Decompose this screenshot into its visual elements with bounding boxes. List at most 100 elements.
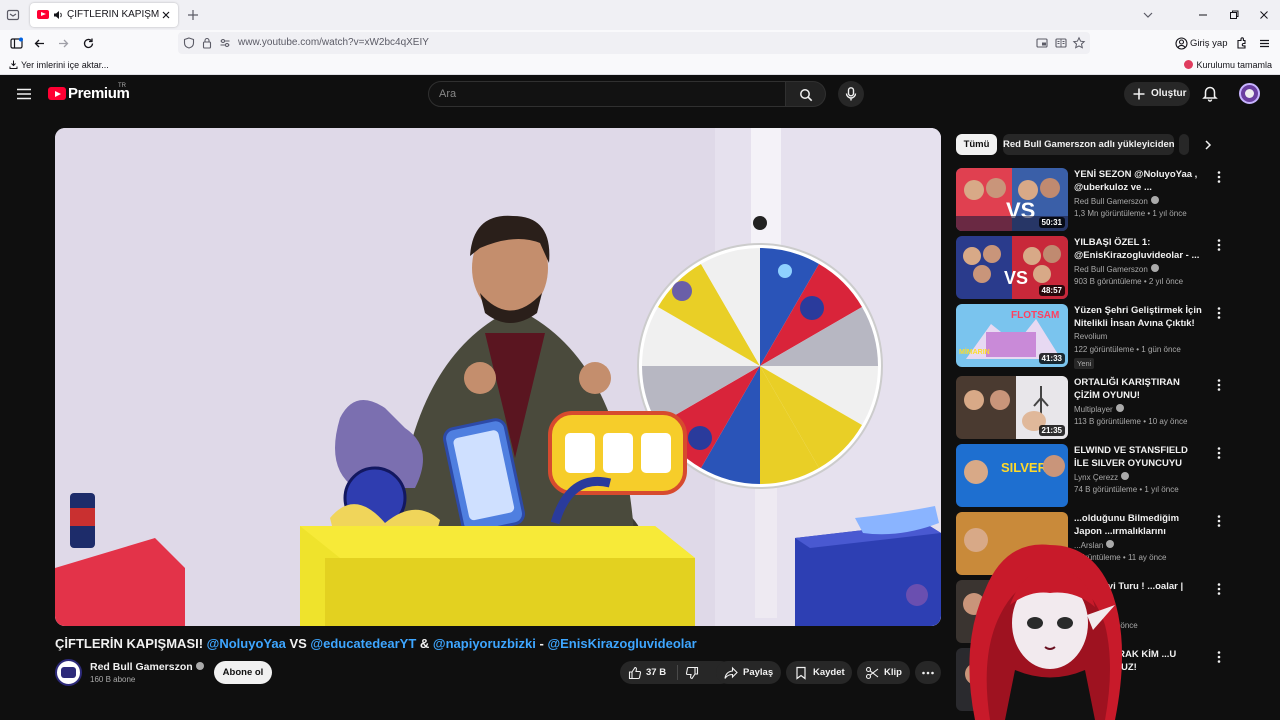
clip-button[interactable]: Klip <box>857 661 910 684</box>
recommendation-item[interactable]: VS 48:57 YILBAŞI ÖZEL 1: @EnisKirazogluv… <box>956 236 1226 300</box>
extensions-icon[interactable] <box>1234 36 1249 51</box>
more-vertical-icon[interactable] <box>1214 650 1224 664</box>
address-bar[interactable]: www.youtube.com/watch?v=xW2bc4qXEIY <box>178 32 1090 54</box>
hamburger-menu-icon[interactable] <box>15 85 33 103</box>
video-thumbnail[interactable]: VS 50:31 <box>956 168 1068 231</box>
more-vertical-icon[interactable] <box>1214 306 1224 320</box>
create-button[interactable]: Oluştur <box>1124 82 1190 106</box>
chip-from-uploader[interactable]: Red Bull Gamerszon adlı yükleyiciden <box>1003 134 1175 155</box>
search-input[interactable] <box>439 86 769 102</box>
close-tab-icon[interactable] <box>159 8 173 22</box>
verified-badge-icon <box>1150 264 1159 272</box>
video-thumbnail[interactable]: 21:35 <box>956 376 1068 439</box>
recommendation-channel[interactable]: Lynx Çerezz <box>1074 472 1130 482</box>
lock-icon[interactable] <box>200 36 214 50</box>
bookmark-star-icon[interactable] <box>1072 36 1086 50</box>
minimize-icon[interactable] <box>1196 8 1210 22</box>
svg-text:SILVER: SILVER <box>1001 460 1048 475</box>
import-icon <box>9 60 18 69</box>
close-window-icon[interactable] <box>1257 8 1271 22</box>
import-bookmarks-link[interactable]: Yer imlerini içe aktar... <box>9 60 109 70</box>
more-vertical-icon[interactable] <box>1214 446 1224 460</box>
forward-arrow-icon[interactable] <box>56 36 71 51</box>
svg-text:VS: VS <box>1004 268 1028 288</box>
chip-partial[interactable] <box>1179 134 1189 155</box>
tracking-protection-shield-icon[interactable] <box>182 36 196 50</box>
back-arrow-icon[interactable] <box>32 36 47 51</box>
recommendation-title[interactable]: ELWIND VE STANSFIELD İLE SILVER OYUNCUYU… <box>1074 444 1202 470</box>
search-button[interactable] <box>786 81 826 107</box>
svg-text:MİMARIN: MİMARIN <box>959 348 990 356</box>
tab-title: ÇİFTLERİN KAPIŞMASI! @N <box>67 9 159 20</box>
youtube-favicon-icon <box>37 10 49 19</box>
sign-in-button[interactable]: Giriş yap <box>1172 33 1228 54</box>
finish-setup-link[interactable]: Kurulumu tamamla <box>1184 60 1272 70</box>
video-duration: 50:31 <box>1038 217 1065 228</box>
subscribe-button[interactable]: Abone ol <box>214 661 272 684</box>
recommendation-meta: 113 B görüntüleme • 10 ay önce <box>1074 417 1188 426</box>
sidebar-toggle-icon[interactable] <box>9 36 24 51</box>
more-horizontal-icon <box>922 671 934 675</box>
picture-in-picture-icon[interactable] <box>1035 36 1049 50</box>
mention-link[interactable]: @napiyoruzbizki <box>433 636 536 651</box>
recommendation-channel[interactable]: Red Bull Gamerszon <box>1074 264 1159 274</box>
more-vertical-icon[interactable] <box>1214 238 1224 252</box>
video-player[interactable] <box>55 128 941 626</box>
chevron-right-icon[interactable] <box>1202 139 1214 151</box>
recommendation-title[interactable]: YILBAŞI ÖZEL 1: @EnisKirazogluvideolar -… <box>1074 236 1202 262</box>
reload-icon[interactable] <box>81 36 96 51</box>
verified-badge-icon <box>195 662 204 670</box>
video-thumbnail[interactable]: FLOTSAM MİMARIN 41:33 <box>956 304 1068 367</box>
active-tab[interactable]: ÇİFTLERİN KAPIŞMASI! @N <box>30 3 178 27</box>
more-vertical-icon[interactable] <box>1214 514 1224 528</box>
recommendation-item[interactable]: VS 50:31 YENİ SEZON @NoluyoYaa , @uberku… <box>956 168 1226 232</box>
notifications-bell-icon[interactable] <box>1201 84 1219 102</box>
mention-link[interactable]: @educatedearYT <box>310 636 416 651</box>
more-vertical-icon[interactable] <box>1214 378 1224 392</box>
recommendation-channel[interactable]: Multiplayer <box>1074 404 1124 414</box>
permissions-icon[interactable] <box>218 36 232 50</box>
mention-link[interactable]: @NoluyoYaa <box>207 636 286 651</box>
list-all-tabs-icon[interactable] <box>1141 8 1155 22</box>
recommendation-title[interactable]: YENİ SEZON @NoluyoYaa , @uberkuloz ve ..… <box>1074 168 1202 194</box>
verified-badge-icon <box>1115 404 1124 412</box>
channel-name[interactable]: Red Bull Gamerszon <box>90 661 204 673</box>
like-button[interactable]: 37 B <box>620 661 677 684</box>
save-button[interactable]: Kaydet <box>786 661 852 684</box>
recommendation-title[interactable]: ORTALIĞI KARIŞTIRAN ÇİZİM OYUNU! <box>1074 376 1202 402</box>
channel-avatar[interactable] <box>55 659 82 686</box>
more-actions-button[interactable] <box>915 661 941 684</box>
vtuber-avatar-overlay <box>969 544 1123 720</box>
voice-search-button[interactable] <box>838 81 864 107</box>
clip-label: Klip <box>884 667 902 678</box>
thumbs-up-icon <box>628 666 642 680</box>
like-count: 37 B <box>646 667 667 678</box>
video-thumbnail[interactable]: VS 48:57 <box>956 236 1068 299</box>
more-vertical-icon[interactable] <box>1214 170 1224 184</box>
firefox-setup-icon <box>1184 60 1194 69</box>
recommendation-channel[interactable]: Red Bull Gamerszon <box>1074 196 1159 206</box>
app-menu-icon[interactable] <box>1257 36 1272 51</box>
share-button[interactable]: Paylaş <box>716 661 781 684</box>
tab-list-icon[interactable] <box>6 8 20 22</box>
video-thumbnail[interactable]: SILVER <box>956 444 1068 507</box>
recommendation-item[interactable]: SILVER ELWIND VE STANSFIELD İLE SILVER O… <box>956 444 1226 508</box>
speaker-icon[interactable] <box>52 9 64 21</box>
recommendation-channel[interactable]: Revolium <box>1074 332 1107 341</box>
title-text: & <box>416 636 433 651</box>
recommendation-item[interactable]: FLOTSAM MİMARIN 41:33 Yüzen Şehri Gelişti… <box>956 304 1226 369</box>
recommendation-title[interactable]: Yüzen Şehri Geliştirmek İçin Nitelikli İ… <box>1074 304 1202 330</box>
channel-text: Revolium <box>1074 332 1108 341</box>
more-vertical-icon[interactable] <box>1214 582 1224 596</box>
chip-all[interactable]: Tümü <box>956 134 997 155</box>
title-text: ÇİFTLERİN KAPIŞMASI! <box>55 636 207 651</box>
user-avatar[interactable] <box>1239 83 1260 104</box>
share-arrow-icon <box>724 666 738 679</box>
verified-badge-icon <box>1121 472 1130 480</box>
recommendation-item[interactable]: 21:35 ORTALIĞI KARIŞTIRAN ÇİZİM OYUNU! M… <box>956 376 1226 440</box>
restore-icon[interactable] <box>1227 8 1241 22</box>
new-tab-icon[interactable] <box>186 8 200 22</box>
mention-link[interactable]: @EnisKirazogluvideolar <box>547 636 696 651</box>
reader-view-icon[interactable] <box>1054 36 1068 50</box>
search-box <box>428 81 786 107</box>
